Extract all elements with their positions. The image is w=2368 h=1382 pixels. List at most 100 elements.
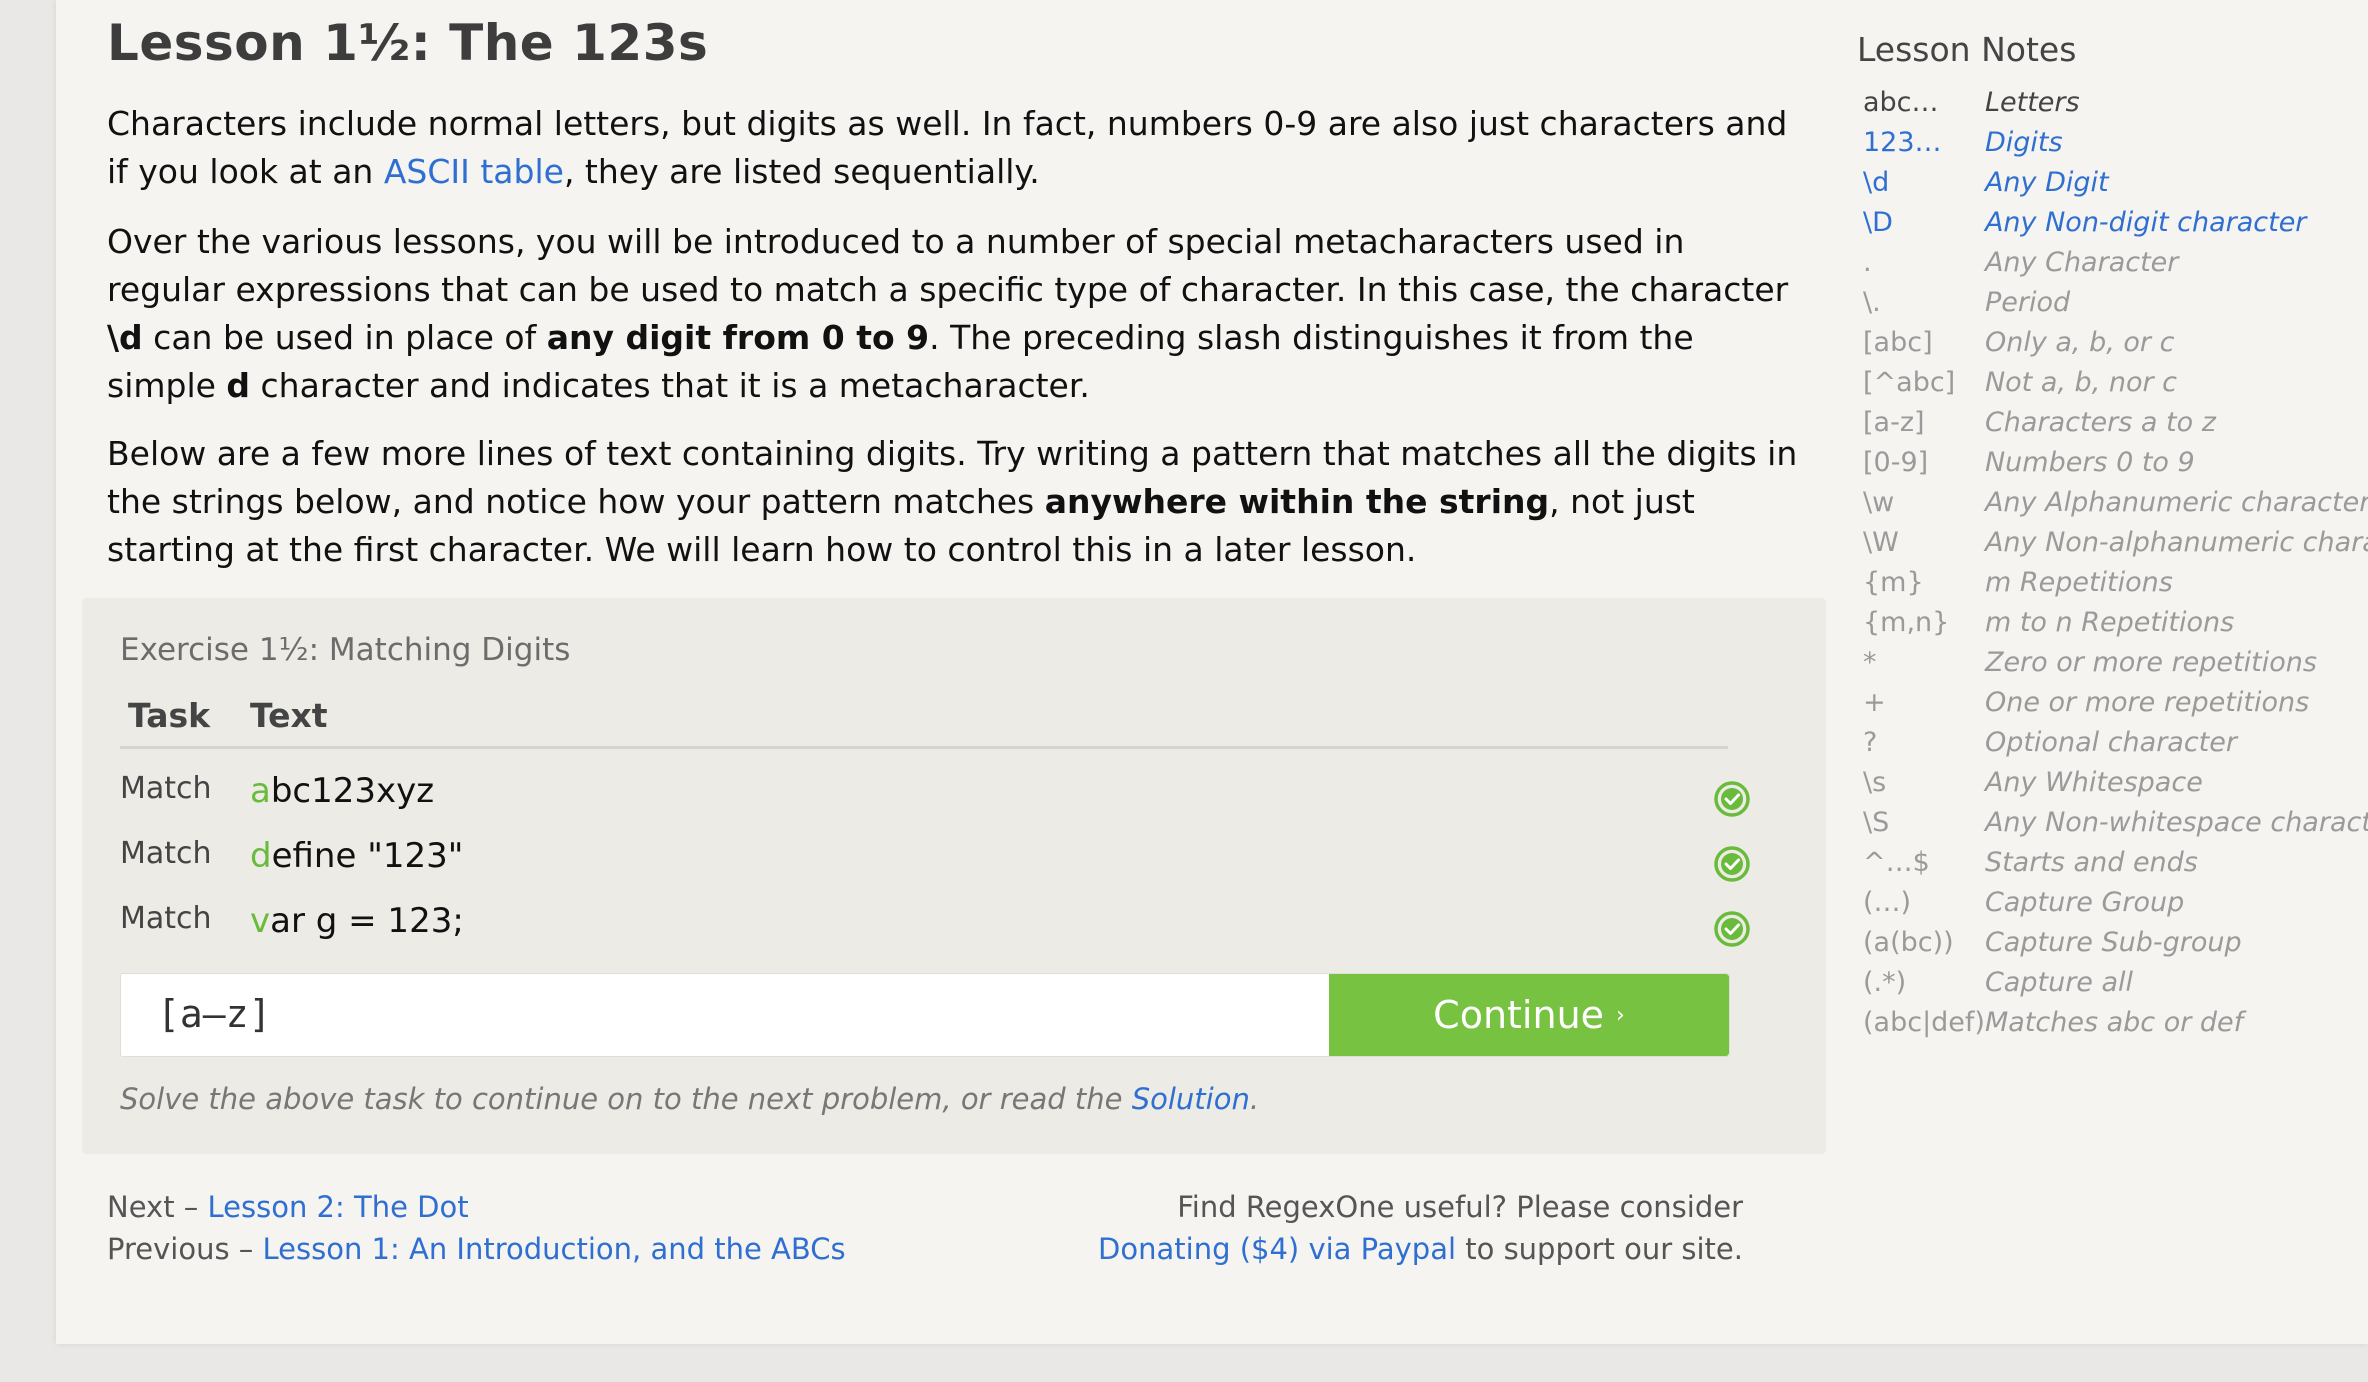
note-description: Characters a to z — [1984, 407, 2216, 438]
row-text-rest: bc123xyz — [270, 771, 435, 811]
lesson-note-row[interactable]: 123… Digits — [1857, 123, 2368, 163]
lesson-note-row[interactable]: [a-z] Characters a to z — [1857, 403, 2368, 443]
note-description: One or more repetitions — [1984, 687, 2310, 718]
lesson-note-row[interactable]: (…) Capture Group — [1857, 883, 2368, 923]
donate-link[interactable]: Donating ($4) via Paypal — [1098, 1232, 1456, 1266]
note-description: Optional character — [1984, 727, 2237, 758]
para-bold: d — [226, 366, 251, 405]
lesson-notes-title: Lesson Notes — [1857, 30, 2077, 69]
lesson-note-row[interactable]: \D Any Non-digit character — [1857, 203, 2368, 243]
lesson-note-row[interactable]: * Zero or more repetitions — [1857, 643, 2368, 683]
note-pattern: ^…$ — [1863, 847, 1930, 878]
check-circle-icon — [1714, 911, 1750, 947]
para-text: character and indicates that it is a met… — [250, 366, 1090, 405]
lesson-note-row[interactable]: (abc|def) Matches abc or def — [1857, 1003, 2368, 1043]
lesson-note-row[interactable]: \s Any Whitespace — [1857, 763, 2368, 803]
note-description: Capture Group — [1984, 887, 2185, 918]
next-prefix: Next – — [107, 1190, 208, 1224]
match-highlight: a — [250, 771, 271, 811]
note-description: Any Non-alphanumeric character — [1984, 527, 2368, 558]
note-pattern: \w — [1863, 487, 1895, 518]
para-text: , they are listed sequentially. — [563, 152, 1040, 191]
note-pattern: [abc] — [1863, 327, 1933, 358]
lesson-note-row[interactable]: . Any Character — [1857, 243, 2368, 283]
note-pattern: (a(bc)) — [1863, 927, 1954, 958]
note-description: Capture Sub-group — [1984, 927, 2242, 958]
ascii-table-link[interactable]: ASCII table — [384, 152, 564, 191]
column-header-task: Task — [128, 696, 211, 735]
lesson-note-row[interactable]: {m} m Repetitions — [1857, 563, 2368, 603]
column-header-text: Text — [250, 696, 328, 735]
para-bold: any digit from 0 to 9 — [546, 318, 930, 357]
lesson-note-row[interactable]: (.*) Capture all — [1857, 963, 2368, 1003]
row-text: abc123xyz — [250, 771, 434, 811]
regex-input-bar: Continue › — [120, 973, 1730, 1057]
lesson-title: Lesson 1½: The 123s — [107, 14, 709, 72]
lesson-note-row[interactable]: \d Any Digit — [1857, 163, 2368, 203]
note-description: Capture all — [1984, 967, 2134, 998]
note-pattern: \d — [1863, 167, 1890, 198]
note-pattern: (…) — [1863, 887, 1912, 918]
note-pattern: \S — [1863, 807, 1890, 838]
exercise-hint: Solve the above task to continue on to t… — [120, 1082, 1259, 1116]
lesson-note-row[interactable]: [^abc] Not a, b, nor c — [1857, 363, 2368, 403]
match-highlight: d — [250, 836, 272, 876]
lesson-note-row[interactable]: {m,n} m to n Repetitions — [1857, 603, 2368, 643]
row-text-rest: ar g = 123; — [270, 901, 464, 941]
lesson-note-row[interactable]: \w Any Alphanumeric character — [1857, 483, 2368, 523]
check-circle-icon — [1714, 781, 1750, 817]
hint-text: Solve the above task to continue on to t… — [120, 1082, 1132, 1116]
note-pattern: {m} — [1863, 567, 1924, 598]
note-description: m to n Repetitions — [1984, 607, 2235, 638]
chevron-right-icon: › — [1616, 1002, 1625, 1028]
lesson-note-row[interactable]: abc… Letters — [1857, 83, 2368, 123]
exercise-row: Match define "123" — [120, 836, 1750, 896]
prev-prefix: Previous – — [107, 1232, 263, 1266]
donate-line: Find RegexOne useful? Please consider — [1177, 1190, 1743, 1224]
para-bold: anywhere within the string — [1044, 482, 1550, 521]
lesson-notes: Lesson Notes abc… Letters 123… Digits \d Any … — [1857, 30, 2368, 1043]
lesson-note-row[interactable]: ? Optional character — [1857, 723, 2368, 763]
note-pattern: \. — [1863, 287, 1881, 318]
row-task: Match — [120, 771, 212, 806]
donate-suffix: to support our site. — [1456, 1232, 1743, 1266]
exercise-row: Match abc123xyz — [120, 771, 1750, 831]
note-pattern: \D — [1863, 207, 1893, 238]
lesson-note-row[interactable]: ^…$ Starts and ends — [1857, 843, 2368, 883]
row-text-rest: efine "123" — [271, 836, 464, 876]
intro-paragraph: Characters include normal letters, but d… — [107, 100, 1807, 196]
note-description: Only a, b, or c — [1984, 327, 2175, 358]
lesson-note-row[interactable]: [abc] Only a, b, or c — [1857, 323, 2368, 363]
row-text: var g = 123; — [250, 901, 464, 941]
previous-lesson-link[interactable]: Lesson 1: An Introduction, and the ABCs — [263, 1232, 846, 1266]
regex-input[interactable] — [121, 974, 1301, 1054]
note-pattern: \W — [1863, 527, 1899, 558]
lesson-note-row[interactable]: [0-9] Numbers 0 to 9 — [1857, 443, 2368, 483]
para-text: Over the various lessons, you will be in… — [107, 222, 1789, 309]
exercise-title: Exercise 1½: Matching Digits — [120, 632, 571, 668]
lesson-note-row[interactable]: + One or more repetitions — [1857, 683, 2368, 723]
donate-line: Donating ($4) via Paypal to support our … — [1056, 1228, 1743, 1270]
lesson-note-row[interactable]: (a(bc)) Capture Sub-group — [1857, 923, 2368, 963]
solution-link[interactable]: Solution — [1132, 1082, 1250, 1116]
note-description: Matches abc or def — [1984, 1007, 2244, 1038]
continue-button[interactable]: Continue › — [1329, 974, 1729, 1056]
note-description: Any Whitespace — [1984, 767, 2203, 798]
note-description: Letters — [1984, 87, 2080, 118]
instructions-paragraph: Below are a few more lines of text conta… — [107, 430, 1807, 574]
lesson-note-row[interactable]: \W Any Non-alphanumeric character — [1857, 523, 2368, 563]
note-pattern: ? — [1863, 727, 1878, 758]
note-pattern: 123… — [1863, 127, 1942, 158]
note-pattern: \s — [1863, 767, 1887, 798]
check-circle-icon — [1714, 846, 1750, 882]
previous-lesson: Previous – Lesson 1: An Introduction, an… — [107, 1228, 846, 1270]
note-pattern: [0-9] — [1863, 447, 1929, 478]
note-pattern: abc… — [1863, 87, 1939, 118]
para-text: can be used in place of — [142, 318, 547, 357]
next-lesson-link[interactable]: Lesson 2: The Dot — [208, 1190, 469, 1224]
note-description: Not a, b, nor c — [1984, 367, 2178, 398]
note-description: Period — [1984, 287, 2071, 318]
lesson-note-row[interactable]: \S Any Non-whitespace character — [1857, 803, 2368, 843]
lesson-note-row[interactable]: \. Period — [1857, 283, 2368, 323]
exercise-panel: Exercise 1½: Matching Digits Task Text M… — [82, 598, 1826, 1154]
